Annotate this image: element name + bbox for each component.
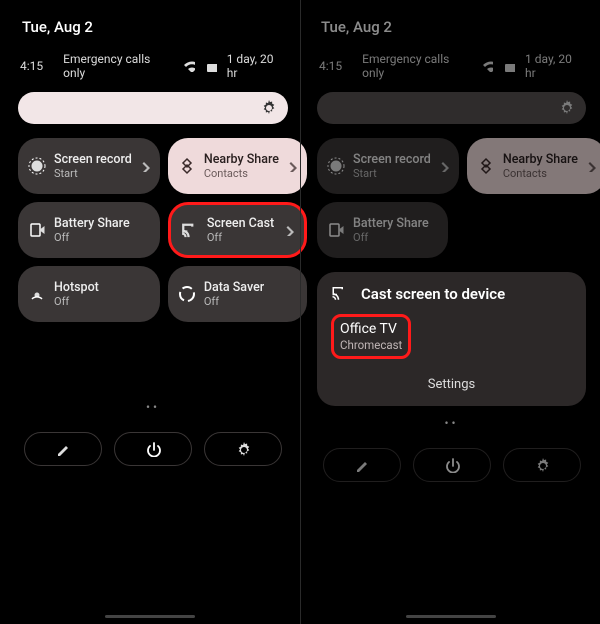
battery-icon [503,60,515,72]
tile-label: Screen record [353,152,431,167]
brightness-icon [558,99,576,117]
settings-button[interactable] [204,432,282,466]
tile-nearby-share[interactable]: Nearby Share Contacts [467,138,600,194]
tile-screen-record[interactable]: Screen record Start [18,138,160,194]
record-icon [327,157,345,175]
carrier-label: Emergency calls only [362,52,471,80]
battery-share-icon [28,221,46,239]
chevron-right-icon [586,160,598,172]
cast-device-type: Chromecast [340,338,402,352]
tile-battery-share[interactable]: Battery Share Off [18,202,160,258]
brightness-slider[interactable] [317,92,586,124]
settings-button[interactable] [503,448,581,482]
chevron-right-icon [140,160,152,172]
cast-icon [181,221,199,239]
home-indicator [406,615,496,618]
date-label: Tue, Aug 2 [317,10,586,48]
tile-battery-share[interactable]: Battery Share Off [317,202,448,258]
chevron-right-icon [287,160,299,172]
record-icon [28,157,46,175]
brightness-slider[interactable] [18,92,288,124]
clock: 4:15 [319,59,342,73]
edit-tiles-button[interactable] [24,432,102,466]
edit-tiles-button[interactable] [323,448,401,482]
brightness-icon [260,99,278,117]
tile-label: Screen record [54,152,132,167]
battery-remaining: 1 day, 20 hr [525,52,584,80]
tile-sub: Off [54,295,99,308]
page-indicator: •• [18,400,288,414]
power-button[interactable] [413,448,491,482]
data-saver-icon [178,285,196,303]
tile-data-saver[interactable]: Data Saver Off [168,266,307,322]
tile-nearby-share[interactable]: Nearby Share Contacts [168,138,307,194]
tile-sub: Off [204,295,264,308]
battery-remaining: 1 day, 20 hr [227,52,286,80]
power-button[interactable] [114,432,192,466]
tile-label: Nearby Share [503,152,578,167]
status-bar: 4:15 Emergency calls only 1 day, 20 hr [18,48,288,92]
home-indicator [105,615,195,618]
tile-hotspot[interactable]: Hotspot Off [18,266,160,322]
tile-sub: Off [207,231,274,244]
wifi-icon [183,60,195,72]
tile-sub: Start [353,167,431,180]
tile-sub: Contacts [204,167,279,180]
cast-settings-button[interactable]: Settings [331,377,572,396]
tile-sub: Off [54,231,130,244]
battery-icon [205,60,217,72]
cast-sheet: Cast screen to device Office TV Chromeca… [317,272,586,406]
cast-title: Cast screen to device [361,285,505,303]
wifi-icon [482,60,494,72]
tile-sub: Contacts [503,167,578,180]
clock: 4:15 [20,59,43,73]
tile-screen-record[interactable]: Screen record Start [317,138,459,194]
battery-share-icon [327,221,345,239]
status-bar: 4:15 Emergency calls only 1 day, 20 hr [317,48,586,92]
cast-icon [331,284,351,304]
tile-label: Battery Share [54,216,130,231]
chevron-right-icon [439,160,451,172]
tile-sub: Start [54,167,132,180]
tile-label: Hotspot [54,280,99,295]
nearby-share-icon [178,157,196,175]
hotspot-icon [28,285,46,303]
nearby-share-icon [477,157,495,175]
chevron-right-icon [284,224,296,236]
tile-screen-cast[interactable]: Screen Cast Off [168,202,307,258]
tile-label: Battery Share [353,216,429,231]
page-indicator: •• [317,416,586,430]
tile-label: Data Saver [204,280,264,295]
tile-label: Nearby Share [204,152,279,167]
cast-device-name: Office TV [340,321,402,337]
tile-sub: Off [353,231,429,244]
carrier-label: Emergency calls only [63,52,173,80]
date-label: Tue, Aug 2 [18,10,288,48]
cast-device-item[interactable]: Office TV Chromecast [331,314,411,359]
tile-label: Screen Cast [207,216,274,231]
